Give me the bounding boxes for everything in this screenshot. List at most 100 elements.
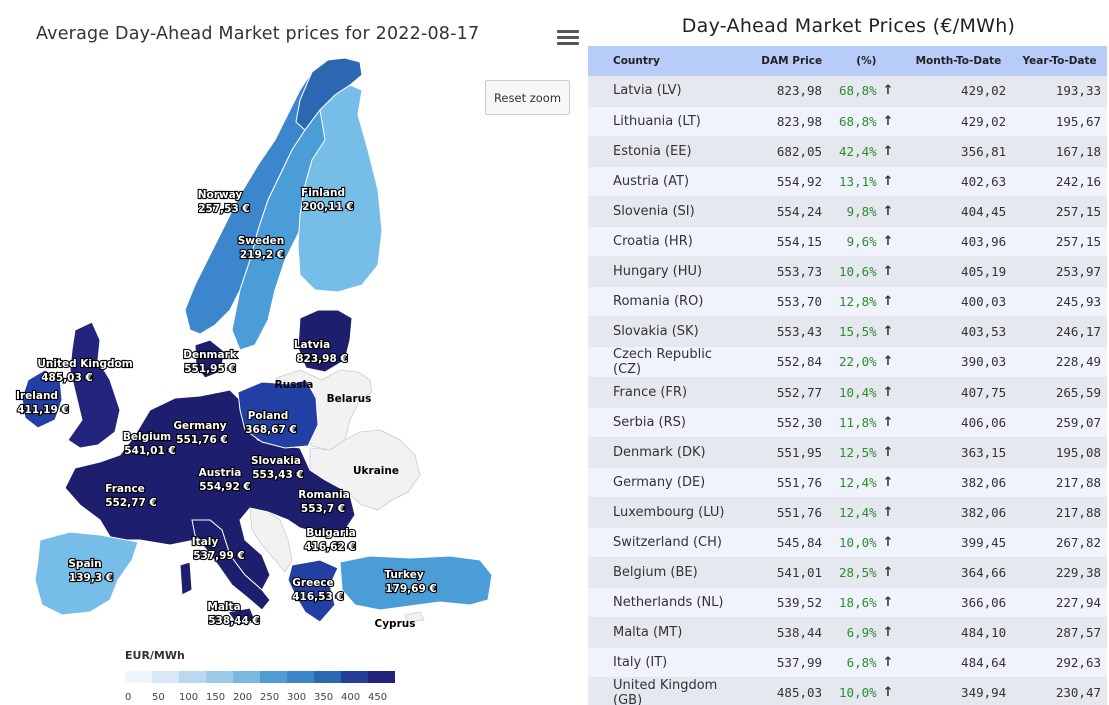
dam-price-cell: 823,98 (748, 76, 829, 107)
map-label-finland-name: Finland (301, 187, 345, 199)
dam-price-cell: 823,98 (748, 106, 829, 137)
table-row[interactable]: Belgium (BE) 541,01 28,5% ↑ 364,66 229,38 (588, 557, 1107, 588)
table-row[interactable]: France (FR) 552,77 10,4% ↑ 407,75 265,59 (588, 377, 1107, 408)
column-header-dam-price[interactable]: DAM Price (748, 46, 829, 76)
country-cell: Austria (AT) (588, 166, 748, 197)
month-to-date-cell: 403,53 (904, 316, 1013, 347)
dam-price-cell: 539,52 (748, 587, 829, 618)
year-to-date-cell: 195,67 (1012, 106, 1107, 137)
map-region-uk[interactable] (67, 321, 121, 449)
arrow-up-icon: ↑ (882, 136, 905, 167)
table-row[interactable]: Latvia (LV) 823,98 68,8% ↑ 429,02 193,33 (588, 76, 1107, 107)
arrow-up-icon: ↑ (882, 497, 905, 528)
dam-price-cell: 485,03 (748, 677, 829, 705)
percent-change-cell: 10,6% (828, 256, 883, 287)
map-label-uk-name: United Kingdom (37, 358, 132, 370)
table-row[interactable]: Hungary (HU) 553,73 10,6% ↑ 405,19 253,97 (588, 256, 1107, 287)
arrow-up-icon: ↑ (882, 527, 905, 558)
year-to-date-cell: 242,16 (1012, 166, 1107, 197)
column-header-percent[interactable]: (%) (828, 46, 905, 76)
table-row[interactable]: Malta (MT) 538,44 6,9% ↑ 484,10 287,57 (588, 617, 1107, 648)
month-to-date-cell: 404,45 (904, 196, 1013, 227)
country-cell: United Kingdom (GB) (588, 677, 748, 705)
arrow-up-icon: ↑ (882, 166, 905, 197)
percent-change-cell: 9,8% (828, 196, 883, 227)
legend-tick-label: 150 (206, 692, 226, 703)
percent-change-cell: 42,4% (828, 136, 883, 167)
table-row[interactable]: Slovakia (SK) 553,43 15,5% ↑ 403,53 246,17 (588, 316, 1107, 347)
table-row[interactable]: Serbia (RS) 552,30 11,8% ↑ 406,06 259,07 (588, 407, 1107, 438)
year-to-date-cell: 167,18 (1012, 136, 1107, 167)
legend-color-step (368, 671, 395, 683)
column-header-month-to-date[interactable]: Month-To-Date (904, 46, 1013, 76)
country-cell: Slovakia (SK) (588, 316, 748, 347)
map-label-greece-name: Greece (292, 577, 333, 589)
percent-change-cell: 68,8% (828, 106, 883, 137)
table-row[interactable]: Switzerland (CH) 545,84 10,0% ↑ 399,45 267,82 (588, 527, 1107, 558)
legend-tick-label: 250 (260, 692, 280, 703)
country-cell: Switzerland (CH) (588, 527, 748, 558)
map-label-denmark-value: 551,95 € (184, 363, 235, 375)
table-body: Latvia (LV) 823,98 68,8% ↑ 429,02 193,33 Lithu… (588, 76, 1107, 705)
arrow-up-icon: ↑ (882, 286, 905, 317)
map-label-finland-value: 200,11 € (302, 201, 353, 213)
year-to-date-cell: 193,33 (1012, 76, 1107, 107)
month-to-date-cell: 402,63 (904, 166, 1013, 197)
legend-tick-label: 350 (314, 692, 334, 703)
column-header-country[interactable]: Country (588, 46, 748, 76)
arrow-up-icon: ↑ (882, 196, 905, 227)
column-header-year-to-date[interactable]: Year-To-Date (1012, 46, 1107, 76)
legend-color-step (287, 671, 314, 683)
month-to-date-cell: 363,15 (904, 437, 1013, 468)
table-row[interactable]: Italy (IT) 537,99 6,8% ↑ 484,64 292,63 (588, 647, 1107, 678)
month-to-date-cell: 399,45 (904, 527, 1013, 558)
map-label-germany-name: Germany (173, 420, 226, 432)
table-row[interactable]: Slovenia (SI) 554,24 9,8% ↑ 404,45 257,15 (588, 196, 1107, 227)
percent-change-cell: 9,6% (828, 226, 883, 257)
table-row[interactable]: Estonia (EE) 682,05 42,4% ↑ 356,81 167,18 (588, 136, 1107, 167)
map-label-slovakia-name: Slovakia (251, 455, 301, 467)
map-label-ireland-name: Ireland (16, 390, 58, 402)
map-label-russia: Russia (275, 379, 314, 391)
table-row[interactable]: Luxembourg (LU) 551,76 12,4% ↑ 382,06 217,88 (588, 497, 1107, 528)
arrow-up-icon: ↑ (882, 467, 905, 498)
map-label-italy-value: 537,99 € (193, 550, 244, 562)
month-to-date-cell: 406,06 (904, 407, 1013, 438)
country-cell: Lithuania (LT) (588, 106, 748, 137)
map-label-austria-value: 554,92 € (199, 481, 250, 493)
country-cell: France (FR) (588, 377, 748, 408)
table-row[interactable]: Denmark (DK) 551,95 12,5% ↑ 363,15 195,08 (588, 437, 1107, 468)
dam-price-cell: 554,92 (748, 166, 829, 197)
map-region-sardinia[interactable] (179, 561, 193, 596)
table-row[interactable]: Austria (AT) 554,92 13,1% ↑ 402,63 242,16 (588, 166, 1107, 197)
percent-change-cell: 10,0% (828, 527, 883, 558)
arrow-up-icon: ↑ (882, 316, 905, 347)
table-row[interactable]: Netherlands (NL) 539,52 18,6% ↑ 366,06 227,94 (588, 587, 1107, 618)
table-row[interactable]: Czech Republic (CZ) 552,84 22,0% ↑ 390,03 228… (588, 346, 1107, 378)
legend-color-step (260, 671, 287, 683)
map-label-belgium-name: Belgium (123, 431, 171, 443)
year-to-date-cell: 217,88 (1012, 467, 1107, 498)
table-row[interactable]: United Kingdom (GB) 485,03 10,0% ↑ 349,94 230… (588, 677, 1107, 705)
map-label-ukraine: Ukraine (353, 465, 399, 477)
map-label-romania-value: 553,7 € (301, 503, 345, 515)
map-label-france-value: 552,77 € (105, 497, 156, 509)
table-row[interactable]: Germany (DE) 551,76 12,4% ↑ 382,06 217,88 (588, 467, 1107, 498)
country-cell: Denmark (DK) (588, 437, 748, 468)
table-row[interactable]: Croatia (HR) 554,15 9,6% ↑ 403,96 257,15 (588, 226, 1107, 257)
map-label-greece-value: 416,53 € (292, 591, 343, 603)
table-row[interactable]: Romania (RO) 553,70 12,8% ↑ 400,03 245,93 (588, 286, 1107, 317)
map-label-bulgaria-name: Bulgaria (306, 527, 356, 539)
year-to-date-cell: 267,82 (1012, 527, 1107, 558)
country-cell: Croatia (HR) (588, 226, 748, 257)
percent-change-cell: 68,8% (828, 76, 883, 107)
map-label-latvia-value: 823,98 € (296, 353, 347, 365)
dam-price-cell: 554,15 (748, 226, 829, 257)
legend-color-scale (125, 671, 395, 683)
reset-zoom-button[interactable]: Reset zoom (485, 80, 570, 115)
country-cell: Latvia (LV) (588, 76, 748, 107)
table-row[interactable]: Lithuania (LT) 823,98 68,8% ↑ 429,02 195,67 (588, 106, 1107, 137)
map-label-norway-name: Norway (198, 189, 243, 201)
map-label-denmark-name: Denmark (183, 349, 238, 361)
arrow-up-icon: ↑ (882, 617, 905, 648)
